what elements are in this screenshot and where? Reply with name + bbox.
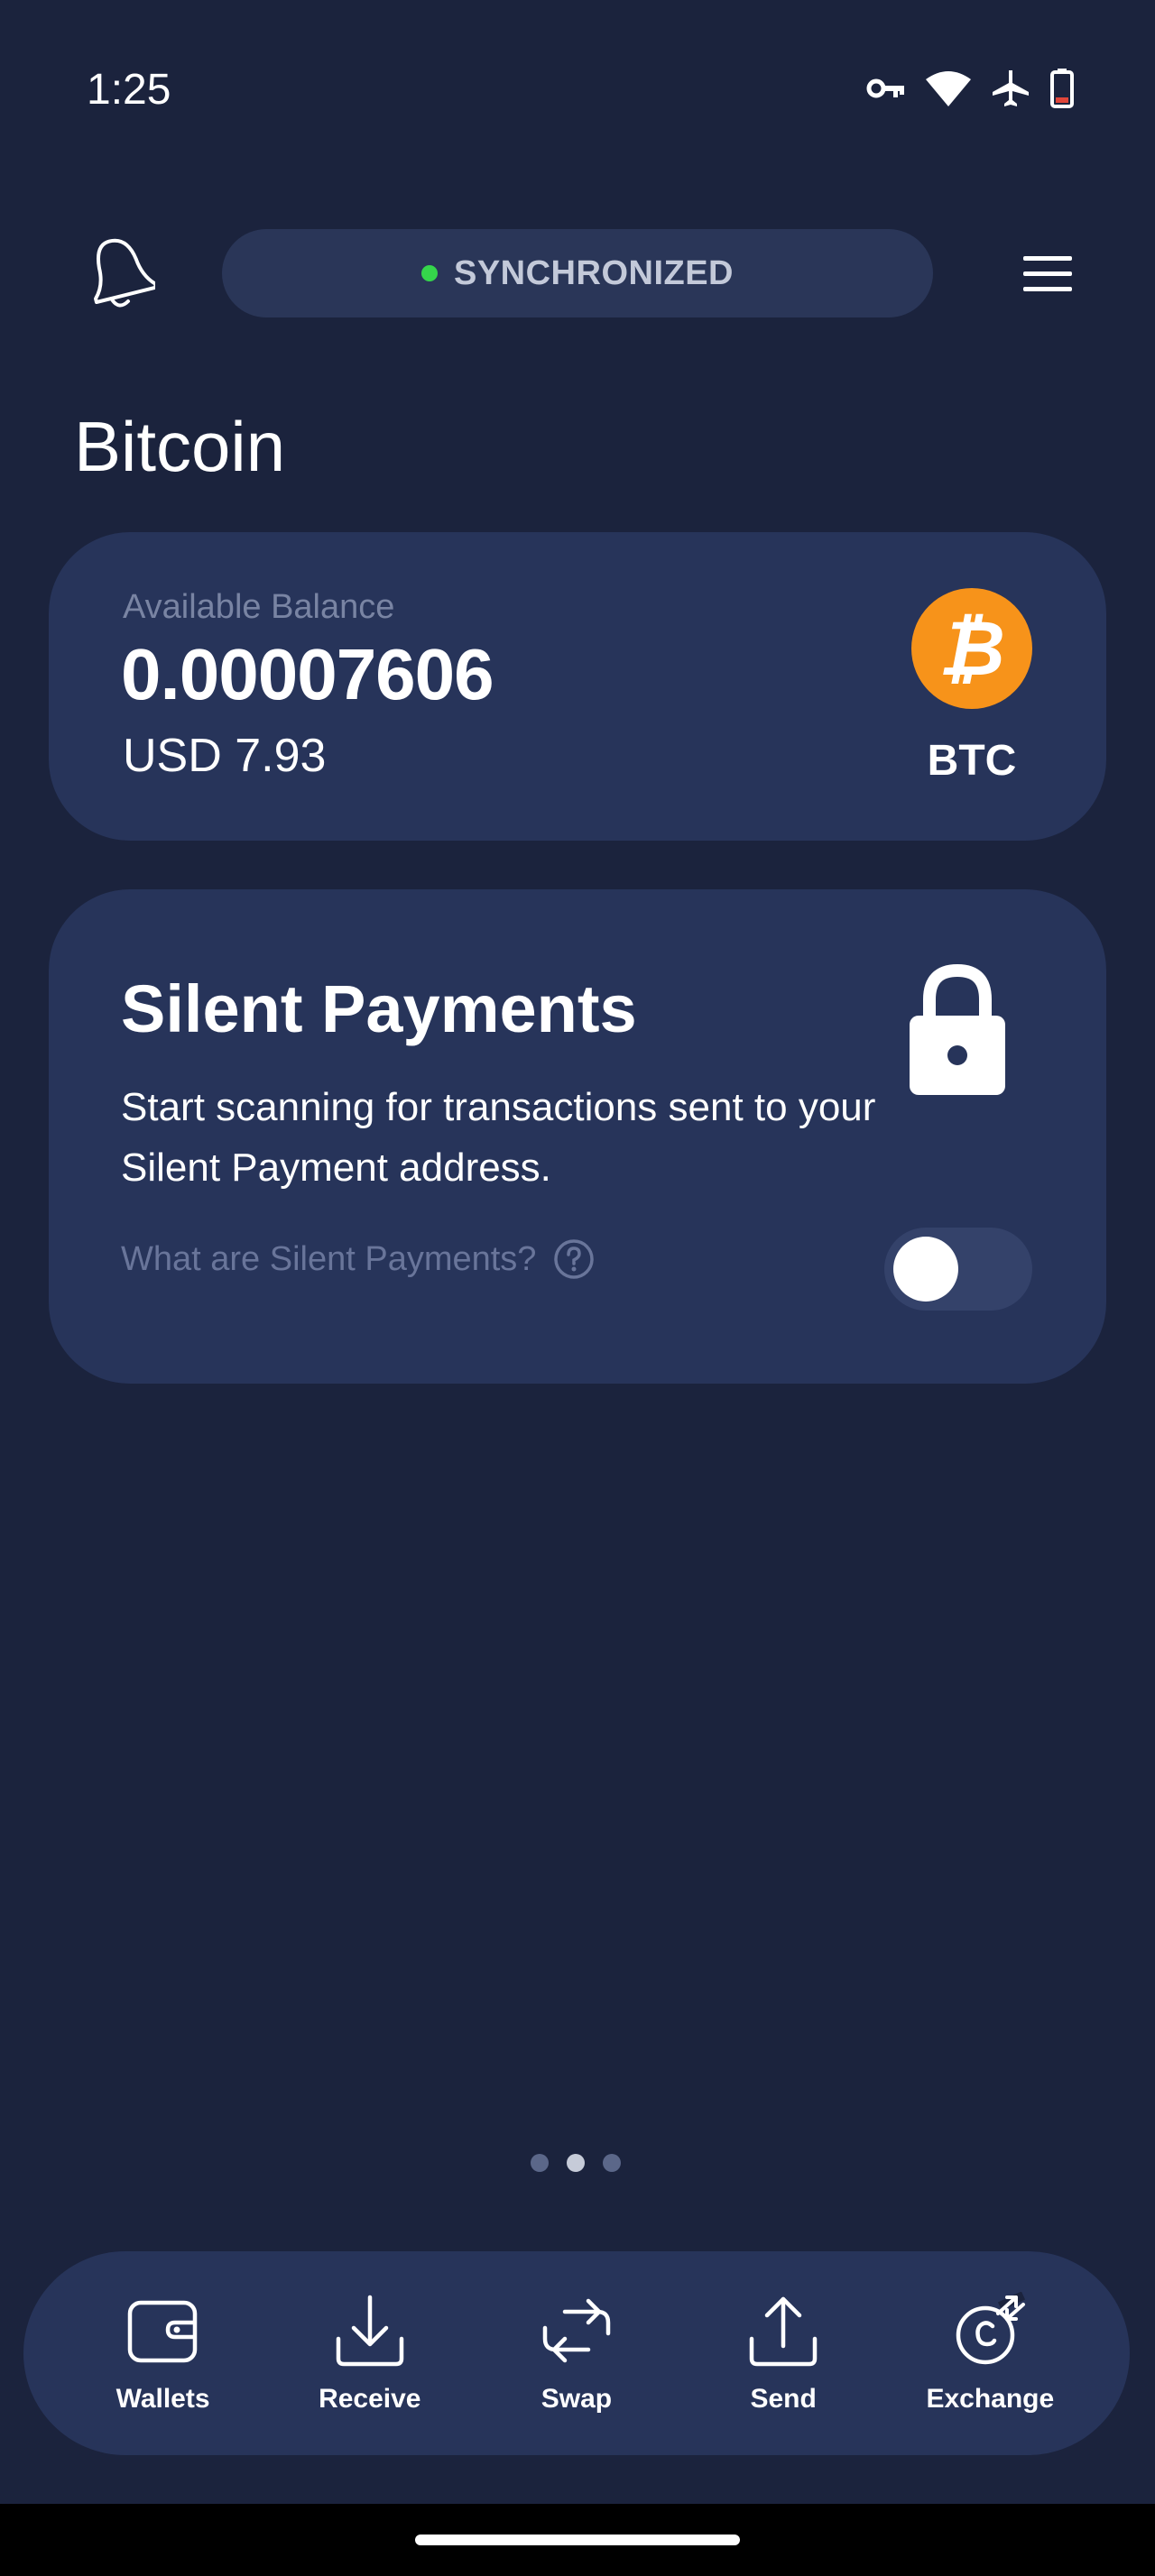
wallet-dashboard-screen: 1:25 SYNCHRONIZED Bitcoin Available Bala… bbox=[0, 0, 1155, 2576]
battery-low-icon bbox=[1050, 69, 1074, 108]
download-icon bbox=[336, 2295, 404, 2367]
crypto-balance-amount: 0.00007606 bbox=[121, 634, 494, 714]
page-indicator bbox=[531, 2154, 621, 2172]
sync-status-label: SYNCHRONIZED bbox=[453, 253, 735, 292]
upload-icon bbox=[749, 2296, 818, 2367]
exchange-label: Exchange bbox=[926, 2384, 1055, 2414]
silent-payments-info-text: What are Silent Payments? bbox=[121, 1239, 537, 1278]
exchange-icon bbox=[956, 2292, 1026, 2365]
page-dot-active[interactable] bbox=[567, 2154, 585, 2172]
silent-payments-toggle[interactable] bbox=[884, 1228, 1032, 1311]
airplane-icon bbox=[993, 70, 1029, 106]
system-navigation-bar bbox=[0, 2504, 1155, 2576]
status-icons bbox=[866, 69, 1074, 108]
swap-label: Swap bbox=[541, 2384, 613, 2414]
home-gesture-handle[interactable] bbox=[415, 2535, 740, 2545]
bitcoin-logo-icon: ₿ bbox=[911, 588, 1032, 709]
bell-icon[interactable] bbox=[83, 233, 155, 314]
wallets-button[interactable]: Wallets bbox=[69, 2292, 258, 2415]
receive-button[interactable]: Receive bbox=[275, 2292, 465, 2415]
send-label: Send bbox=[750, 2384, 817, 2414]
page-title: Bitcoin bbox=[74, 407, 286, 486]
wallets-label: Wallets bbox=[116, 2384, 210, 2414]
fiat-balance-amount: USD 7.93 bbox=[123, 730, 327, 782]
bottom-action-bar: Wallets Receive Swap Send Exchange bbox=[23, 2251, 1130, 2455]
swap-button[interactable]: Swap bbox=[482, 2292, 671, 2415]
help-circle-icon bbox=[554, 1239, 595, 1279]
vpn-key-icon bbox=[866, 78, 904, 98]
exchange-button[interactable]: Exchange bbox=[895, 2292, 1085, 2415]
status-time: 1:25 bbox=[87, 66, 171, 114]
send-button[interactable]: Send bbox=[688, 2292, 878, 2415]
balance-card[interactable]: Available Balance 0.00007606 USD 7.93 ₿ … bbox=[49, 532, 1106, 841]
wifi-icon bbox=[926, 71, 971, 106]
silent-payments-description: Start scanning for transactions sent to … bbox=[121, 1085, 876, 1190]
currency-symbol: BTC bbox=[927, 737, 1017, 785]
silent-payments-title: Silent Payments bbox=[121, 971, 637, 1046]
wallet-icon bbox=[127, 2300, 197, 2363]
silent-payments-card: Silent Payments Start scanning for trans… bbox=[49, 889, 1106, 1384]
sync-indicator-dot bbox=[420, 265, 438, 281]
sync-status-pill[interactable]: SYNCHRONIZED bbox=[222, 229, 933, 317]
receive-label: Receive bbox=[319, 2384, 421, 2414]
lock-icon bbox=[910, 963, 1005, 1095]
hamburger-menu-icon[interactable] bbox=[1023, 256, 1072, 292]
toggle-knob bbox=[893, 1237, 958, 1302]
svg-text:₿: ₿ bbox=[938, 604, 1005, 693]
available-balance-label: Available Balance bbox=[123, 588, 395, 626]
page-dot[interactable] bbox=[531, 2154, 549, 2172]
page-dot[interactable] bbox=[603, 2154, 621, 2172]
silent-payments-info-link[interactable]: What are Silent Payments? bbox=[121, 1237, 596, 1281]
swap-icon bbox=[542, 2298, 611, 2363]
